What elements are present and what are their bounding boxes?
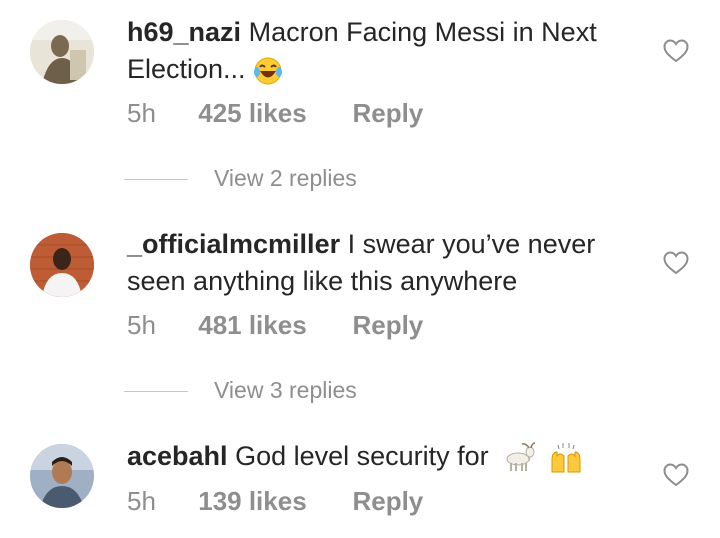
comment-meta: 5h 481 likes Reply xyxy=(127,310,423,341)
avatar[interactable] xyxy=(30,444,94,508)
username[interactable]: _officialmcmiller xyxy=(127,229,340,259)
heart-icon[interactable] xyxy=(663,39,689,63)
view-replies-label[interactable]: View 2 replies xyxy=(214,165,357,192)
avatar-image xyxy=(30,233,94,297)
comment-meta: 5h 139 likes Reply xyxy=(127,486,423,517)
view-replies-divider xyxy=(124,391,188,392)
comment-text: h69_nazi Macron Facing Messi in Next Ele… xyxy=(127,14,627,88)
reply-button[interactable]: Reply xyxy=(352,486,423,517)
avatar[interactable] xyxy=(30,233,94,297)
comment-text: _officialmcmiller I swear you’ve never s… xyxy=(127,226,627,300)
view-replies-label[interactable]: View 3 replies xyxy=(214,377,357,404)
view-replies[interactable]: View 3 replies xyxy=(124,377,524,407)
timestamp: 5h xyxy=(127,98,156,128)
raised-hands-icon xyxy=(551,442,581,473)
reply-button[interactable]: Reply xyxy=(352,310,423,341)
comment-body: God level security for xyxy=(235,441,489,471)
likes-count[interactable]: 425 likes xyxy=(198,98,345,129)
likes-count[interactable]: 481 likes xyxy=(198,310,345,341)
heart-icon[interactable] xyxy=(663,251,689,275)
avatar-image xyxy=(30,444,94,508)
timestamp: 5h xyxy=(127,310,156,340)
likes-count[interactable]: 139 likes xyxy=(198,486,345,517)
username[interactable]: acebahl xyxy=(127,441,228,471)
comment-meta: 5h 425 likes Reply xyxy=(127,98,423,129)
avatar-image xyxy=(30,20,94,84)
avatar[interactable] xyxy=(30,20,94,84)
reply-button[interactable]: Reply xyxy=(352,98,423,129)
goat-icon xyxy=(506,442,536,471)
timestamp: 5h xyxy=(127,486,156,516)
heart-icon[interactable] xyxy=(663,463,689,487)
comment-text: acebahl God level security for xyxy=(127,438,627,475)
view-replies-divider xyxy=(124,179,188,180)
view-replies[interactable]: View 2 replies xyxy=(124,165,524,195)
laughing-tears-emoji-icon xyxy=(254,57,283,85)
username[interactable]: h69_nazi xyxy=(127,17,241,47)
